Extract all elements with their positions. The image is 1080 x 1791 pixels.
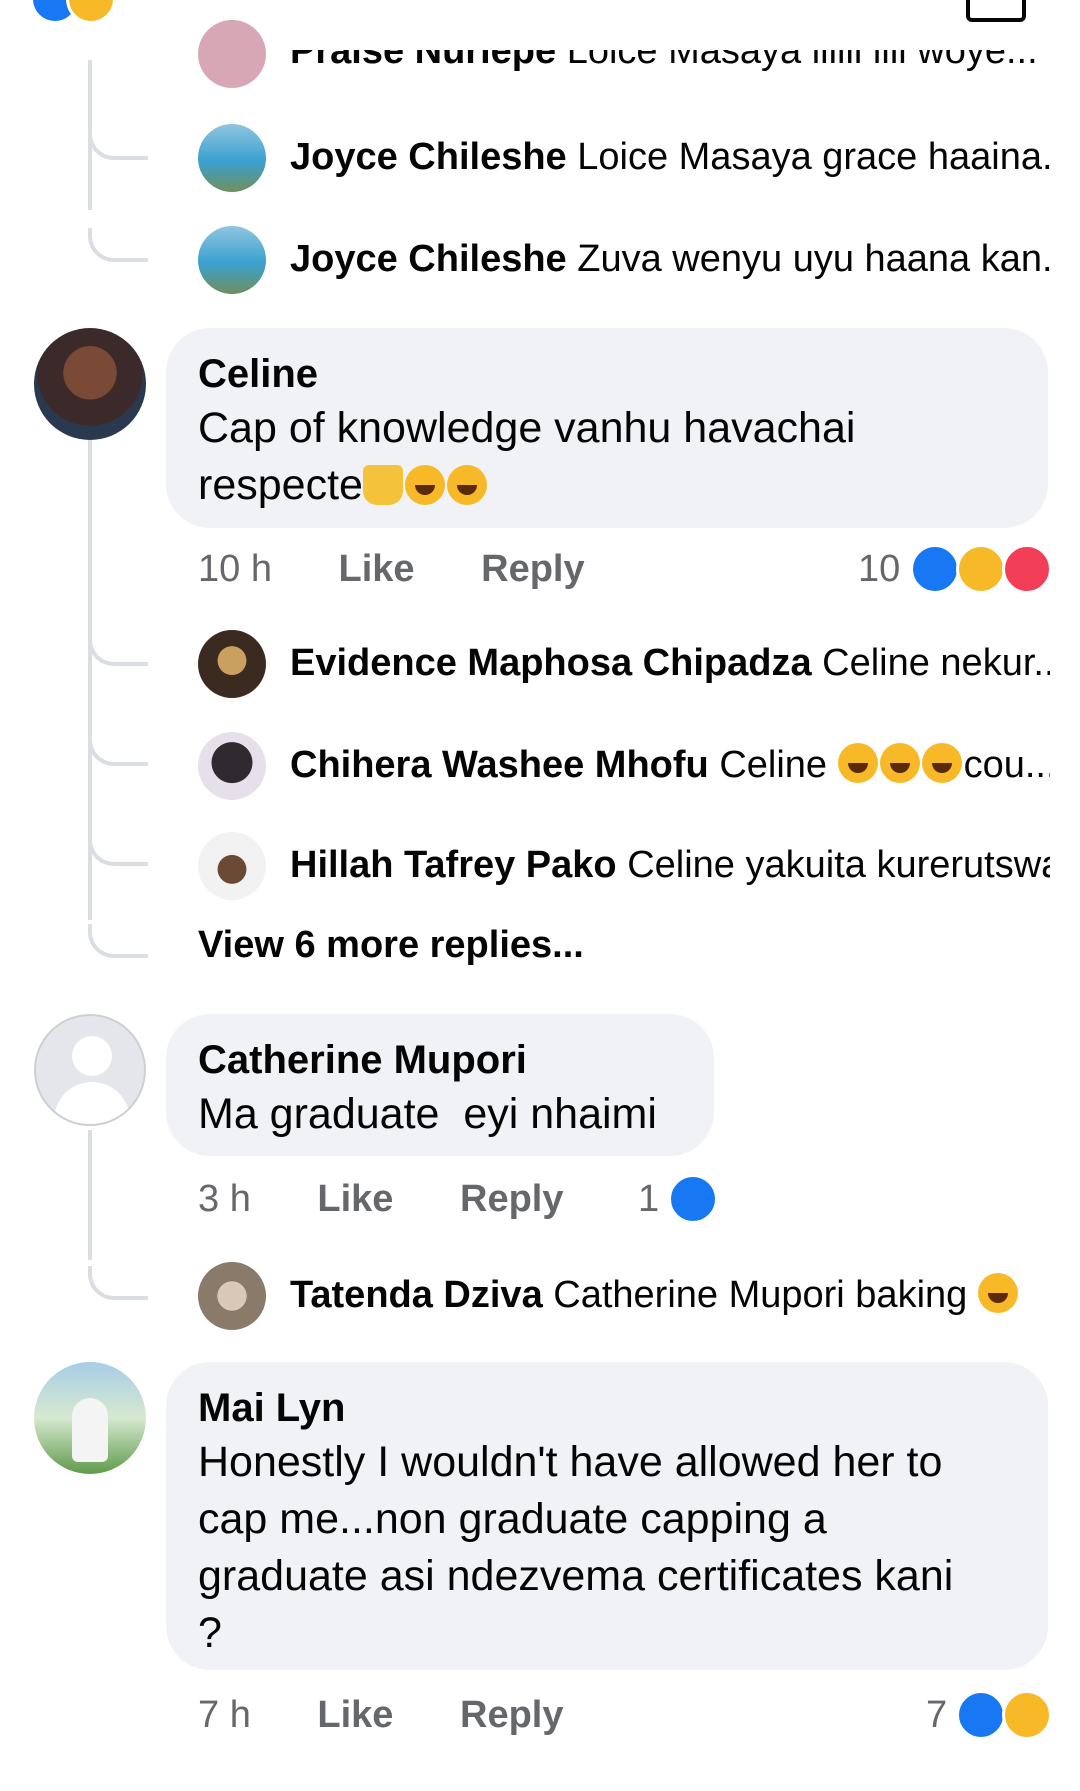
comment-bubble[interactable]: Catherine Mupori Ma graduate eyi nhaimi <box>166 1014 714 1156</box>
reply-author[interactable]: Chihera Washee Mhofu <box>290 744 709 786</box>
reply-item[interactable]: Praise Nurlepe Loice Masaya iiiiii iiii … <box>290 30 1050 74</box>
reply-text-tail: cou... <box>963 744 1050 786</box>
comment-text: Honestly I wouldn't have allowed her to … <box>198 1438 954 1657</box>
comment-bubble[interactable]: Mai Lyn Honestly I wouldn't have allowed… <box>166 1362 1048 1670</box>
default-avatar-icon[interactable] <box>34 1014 146 1126</box>
reply-text: Celine nekur... <box>822 642 1050 684</box>
comment-time: 10 h <box>198 548 272 590</box>
comment-bubble[interactable]: Celine Cap of knowledge vanhu havachai r… <box>166 328 1048 528</box>
avatar[interactable] <box>198 124 266 192</box>
top-reaction-count: 312 <box>130 0 203 8</box>
avatar[interactable] <box>198 832 266 900</box>
like-reaction-icon <box>910 544 960 594</box>
reply-button[interactable]: Reply <box>460 1694 563 1736</box>
rofl-emoji-icon <box>837 743 878 783</box>
avatar[interactable] <box>34 328 146 440</box>
comment-author[interactable]: Mai Lyn <box>198 1382 1016 1434</box>
tired-face-emoji-icon <box>446 465 487 505</box>
reply-text: Celine <box>719 744 828 786</box>
thread-connector <box>88 732 148 766</box>
rofl-emoji-icon <box>921 743 962 783</box>
reply-author[interactable]: Evidence Maphosa Chipadza <box>290 642 812 684</box>
reply-text: Zuva wenyu uyu haana kan... <box>577 238 1050 280</box>
like-button[interactable]: Like <box>339 548 415 590</box>
thread-connector <box>88 632 148 666</box>
top-reactions-row[interactable]: 312 › <box>30 0 290 24</box>
thread-line <box>88 1130 92 1260</box>
comment-author[interactable]: Celine <box>198 348 1016 400</box>
rofl-emoji-icon <box>879 743 920 783</box>
avatar[interactable] <box>198 226 266 294</box>
bookmark-icon[interactable] <box>966 0 1026 22</box>
tears-of-joy-emoji-icon <box>977 1273 1018 1313</box>
like-button[interactable]: Like <box>317 1694 393 1736</box>
reply-author[interactable]: Hillah Tafrey Pako <box>290 844 617 886</box>
reply-text: Catherine Mupori baking <box>553 1274 968 1316</box>
reply-item[interactable]: Joyce Chileshe Zuva wenyu uyu haana kan.… <box>290 236 1050 282</box>
reply-author[interactable]: Praise Nurlepe <box>290 50 556 72</box>
view-more-replies-link[interactable]: View 6 more replies... <box>198 924 584 967</box>
thread-connector <box>88 924 148 958</box>
reply-item[interactable]: Tatenda Dziva Catherine Mupori baking <box>290 1272 1050 1318</box>
like-reaction-icon <box>956 1690 1006 1740</box>
thread-connector <box>88 126 148 160</box>
avatar[interactable] <box>198 1262 266 1330</box>
reaction-count[interactable]: 10 <box>858 548 900 591</box>
comment-time: 7 h <box>198 1694 251 1736</box>
avatar[interactable] <box>198 20 266 88</box>
avatar[interactable] <box>34 1362 146 1474</box>
reply-text: Loice Masaya grace haaina... <box>577 136 1050 178</box>
comment-time: 3 h <box>198 1178 251 1220</box>
haha-reaction-icon <box>956 544 1006 594</box>
reply-author[interactable]: Joyce Chileshe <box>290 238 567 280</box>
avatar[interactable] <box>198 630 266 698</box>
thread-connector <box>88 1266 148 1300</box>
reply-text: Loice Masaya iiiiii iiii woye... <box>566 30 1038 72</box>
reaction-count[interactable]: 7 <box>926 1694 947 1737</box>
haha-reaction-icon <box>1002 1690 1052 1740</box>
thread-connector <box>88 228 148 262</box>
love-reaction-icon <box>1002 544 1052 594</box>
thread-connector <box>88 832 148 866</box>
reply-author[interactable]: Joyce Chileshe <box>290 136 567 178</box>
comment-actions: 3 h Like Reply <box>198 1178 563 1221</box>
like-button[interactable]: Like <box>317 1178 393 1220</box>
raising-hands-emoji-icon <box>362 465 403 505</box>
reply-item[interactable]: Hillah Tafrey Pako Celine yakuita kureru… <box>290 842 1050 888</box>
reply-button[interactable]: Reply <box>481 548 584 590</box>
comment-text: Ma graduate eyi nhaimi <box>198 1090 657 1138</box>
comment-actions: 7 h Like Reply <box>198 1694 563 1737</box>
comment-author[interactable]: Catherine Mupori <box>198 1034 682 1086</box>
reply-item[interactable]: Joyce Chileshe Loice Masaya grace haaina… <box>290 134 1050 180</box>
comment-text: Cap of knowledge vanhu havachai respecte <box>198 404 856 509</box>
reply-item[interactable]: Chihera Washee Mhofu Celine cou... <box>290 742 1050 788</box>
reply-item[interactable]: Evidence Maphosa Chipadza Celine nekur..… <box>290 640 1050 686</box>
reply-text: Celine yakuita kurerutswa <box>627 844 1050 886</box>
reply-author[interactable]: Tatenda Dziva <box>290 1274 543 1316</box>
tired-face-emoji-icon <box>404 465 445 505</box>
reply-button[interactable]: Reply <box>460 1178 563 1220</box>
avatar[interactable] <box>198 732 266 800</box>
like-reaction-icon <box>668 1174 718 1224</box>
reaction-count[interactable]: 1 <box>638 1178 659 1221</box>
comment-actions: 10 h Like Reply <box>198 548 585 591</box>
haha-reaction-icon <box>66 0 116 24</box>
